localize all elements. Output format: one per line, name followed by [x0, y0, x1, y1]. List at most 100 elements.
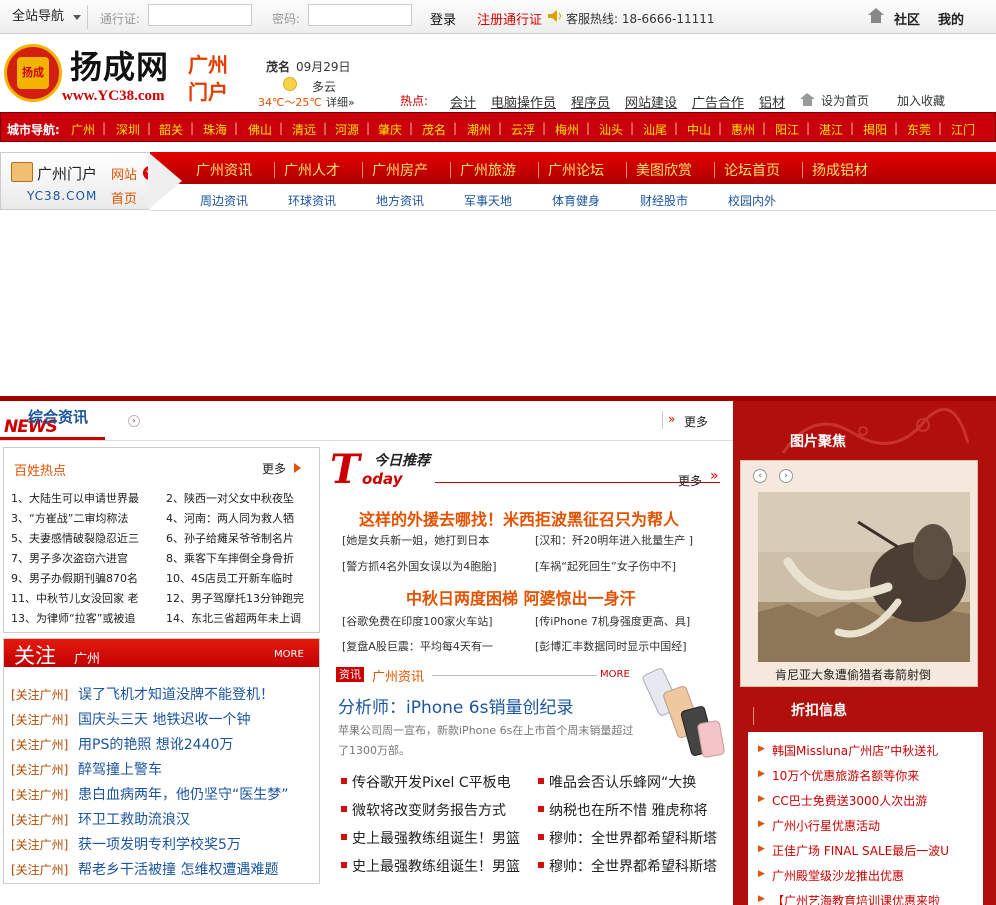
hot-link[interactable]: 网站建设 [625, 92, 677, 111]
tab-5[interactable]: 广州论坛 [548, 160, 604, 180]
sub-nav-link[interactable]: 校园内外 [728, 192, 776, 209]
gz-news-headline[interactable]: 分析师：iPhone 6s销量创纪录 [338, 693, 573, 718]
focus-link[interactable]: 醉驾撞上警车 [78, 759, 313, 779]
tab-3[interactable]: 广州房产 [372, 160, 428, 180]
discount-link[interactable]: 正佳广场 FINAL SALE最后一波U [772, 842, 977, 859]
sub-nav-link[interactable]: 地方资讯 [376, 192, 424, 209]
sub-nav-link[interactable]: 环球资讯 [288, 192, 336, 209]
gz-news-link[interactable]: 史上最强教练组诞生！男篮 [352, 856, 528, 876]
city-link[interactable]: 清远 [292, 121, 316, 138]
hotspots-more-link[interactable]: 更多 [262, 460, 286, 477]
city-link[interactable]: 云浮 [511, 121, 535, 138]
favorite-link[interactable]: 加入收藏 [897, 92, 945, 109]
today-link[interactable]: [复盘A股巨震：平均每4天有一 [342, 638, 522, 654]
hotspot-link[interactable]: 3、“方崔战”二审均称法 [11, 510, 159, 526]
discount-link[interactable]: 韩国Missluna广州店”中秋送礼 [772, 742, 977, 759]
city-link[interactable]: 潮州 [467, 121, 491, 138]
password-input[interactable] [308, 4, 412, 26]
city-link[interactable]: 广州 [71, 121, 95, 138]
discount-link[interactable]: 【广州艺海教育培训课优惠来啦 [772, 892, 977, 905]
news-more-link[interactable]: 更多 [684, 413, 708, 430]
focus-more-link[interactable]: MORE [274, 649, 304, 660]
hot-link[interactable]: 会计 [450, 92, 476, 111]
today-more-link[interactable]: 更多 [678, 472, 702, 489]
tab-6[interactable]: 美图欣赏 [636, 160, 692, 180]
city-link[interactable]: 东莞 [907, 121, 931, 138]
portal-site-link[interactable]: 网站 [111, 164, 137, 183]
tab-4[interactable]: 广州旅游 [460, 160, 516, 180]
today-headline[interactable]: 这样的外援去哪找！米西拒波黑征召只为帮人 [359, 506, 679, 530]
logo-seal[interactable]: 扬成 [4, 44, 62, 102]
community-link[interactable]: 社区 [894, 9, 920, 28]
gz-news-link[interactable]: 纳税也在所不惜 雅虎称将 [549, 800, 725, 820]
today-link[interactable]: [传iPhone 7机身强度更高、具] [535, 613, 715, 629]
city-link[interactable]: 茂名 [422, 121, 446, 138]
focus-link[interactable]: 用PS的艳照 想讹2440万 [78, 734, 313, 754]
hotspot-link[interactable]: 5、夫妻感情破裂隐忍近三 [11, 530, 159, 546]
city-link[interactable]: 韶关 [159, 121, 183, 138]
set-home-link[interactable]: 设为首页 [821, 92, 869, 109]
city-link[interactable]: 梅州 [555, 121, 579, 138]
site-nav-menu[interactable]: 全站导航 [0, 5, 88, 29]
tab-2[interactable]: 广州人才 [284, 160, 340, 180]
tab-8[interactable]: 扬成铝材 [812, 160, 868, 180]
today-link[interactable]: [车祸“起死回生”女子伤中不] [535, 558, 715, 574]
hotspot-link[interactable]: 4、河南：两人同为救人牺 [166, 510, 314, 526]
hotspot-link[interactable]: 11、中秋节儿女没回家 老 [11, 590, 159, 606]
gz-news-link[interactable]: 穆帅：全世界都希望科斯塔 [549, 828, 725, 848]
arrow-right-icon[interactable]: › [128, 415, 140, 427]
passport-input[interactable] [148, 4, 252, 26]
sub-nav-link[interactable]: 周边资讯 [200, 192, 248, 209]
today-link[interactable]: [谷歌免费在印度100家火车站] [342, 613, 522, 629]
portal-home-link[interactable]: 首页 [111, 188, 137, 207]
focus-link[interactable]: 环卫工救助流浪汉 [78, 809, 313, 829]
logo-name[interactable]: 扬成网 [70, 42, 169, 88]
sub-nav-link[interactable]: 财经股市 [640, 192, 688, 209]
city-link[interactable]: 珠海 [203, 121, 227, 138]
gz-news-link[interactable]: 穆帅：全世界都希望科斯塔 [549, 856, 725, 876]
hot-link[interactable]: 铝材 [759, 92, 785, 111]
login-link[interactable]: 登录 [430, 9, 456, 28]
today-headline[interactable]: 中秋日两度困梯 阿婆惊出一身汗 [406, 585, 636, 609]
photo-caption[interactable]: 肯尼亚大象遭偷猎者毒箭射倒 [775, 666, 931, 683]
today-link[interactable]: [警方抓4名外国女误以为4胞胎] [342, 558, 522, 574]
today-link[interactable]: [她是女兵新一姐，她打到日本 [342, 532, 522, 548]
city-link[interactable]: 江门 [951, 121, 975, 138]
next-arrow-icon[interactable]: › [779, 469, 793, 483]
city-link[interactable]: 中山 [687, 121, 711, 138]
hot-link[interactable]: 程序员 [571, 92, 610, 111]
city-link[interactable]: 惠州 [731, 121, 755, 138]
focus-link[interactable]: 误了飞机才知道没牌不能登机！ [78, 684, 313, 704]
discount-link[interactable]: 广州小行星优惠活动 [772, 817, 977, 834]
hotspot-link[interactable]: 6、孙子给瘫呆爷爷制名片 [166, 530, 314, 546]
hotspot-link[interactable]: 2、陕西一对父女中秋夜坠 [166, 490, 314, 506]
discount-link[interactable]: 广州殿堂级沙龙推出优惠 [772, 867, 977, 884]
focus-link[interactable]: 患白血病两年，他仍坚守“医生梦” [78, 784, 313, 804]
sub-nav-link[interactable]: 体育健身 [552, 192, 600, 209]
prev-arrow-icon[interactable]: ‹ [753, 469, 767, 483]
city-link[interactable]: 肇庆 [378, 121, 402, 138]
gz-news-link[interactable]: 唯品会否认乐蜂网“大换 [549, 772, 725, 792]
focus-link[interactable]: 获一项发明专利学校奖5万 [78, 834, 313, 854]
focus-link[interactable]: 国庆头三天 地铁迟收一个钟 [78, 709, 313, 729]
today-link[interactable]: [汉和：歼20明年进入批量生产 ] [535, 532, 715, 548]
tab-7[interactable]: 论坛首页 [724, 160, 780, 180]
gz-news-link[interactable]: 微软将改变财务报告方式 [352, 800, 528, 820]
register-link[interactable]: 注册通行证 [477, 9, 542, 28]
city-link[interactable]: 汕尾 [643, 121, 667, 138]
today-link[interactable]: [彭博汇丰数据同时显示中国经] [535, 638, 715, 654]
sub-nav-link[interactable]: 军事天地 [464, 192, 512, 209]
hotspot-link[interactable]: 10、4S店员工开新车临时 [166, 570, 314, 586]
city-link[interactable]: 湛江 [819, 121, 843, 138]
city-link[interactable]: 河源 [335, 121, 359, 138]
gz-news-more-link[interactable]: MORE [600, 669, 630, 680]
discount-link[interactable]: 10万个优惠旅游名额等你来 [772, 767, 977, 784]
city-link[interactable]: 揭阳 [863, 121, 887, 138]
discount-link[interactable]: CC巴士免费送3000人次出游 [772, 792, 977, 809]
hotspot-link[interactable]: 1、大陆生可以申请世界最 [11, 490, 159, 506]
hot-link[interactable]: 电脑操作员 [491, 92, 556, 111]
hotspot-link[interactable]: 14、东北三省超两年未上调 [166, 610, 314, 626]
city-link[interactable]: 阳江 [775, 121, 799, 138]
hotspot-link[interactable]: 8、乘客下车摔倒全身骨折 [166, 550, 314, 566]
gz-news-link[interactable]: 传谷歌开发Pixel C平板电 [352, 772, 528, 792]
